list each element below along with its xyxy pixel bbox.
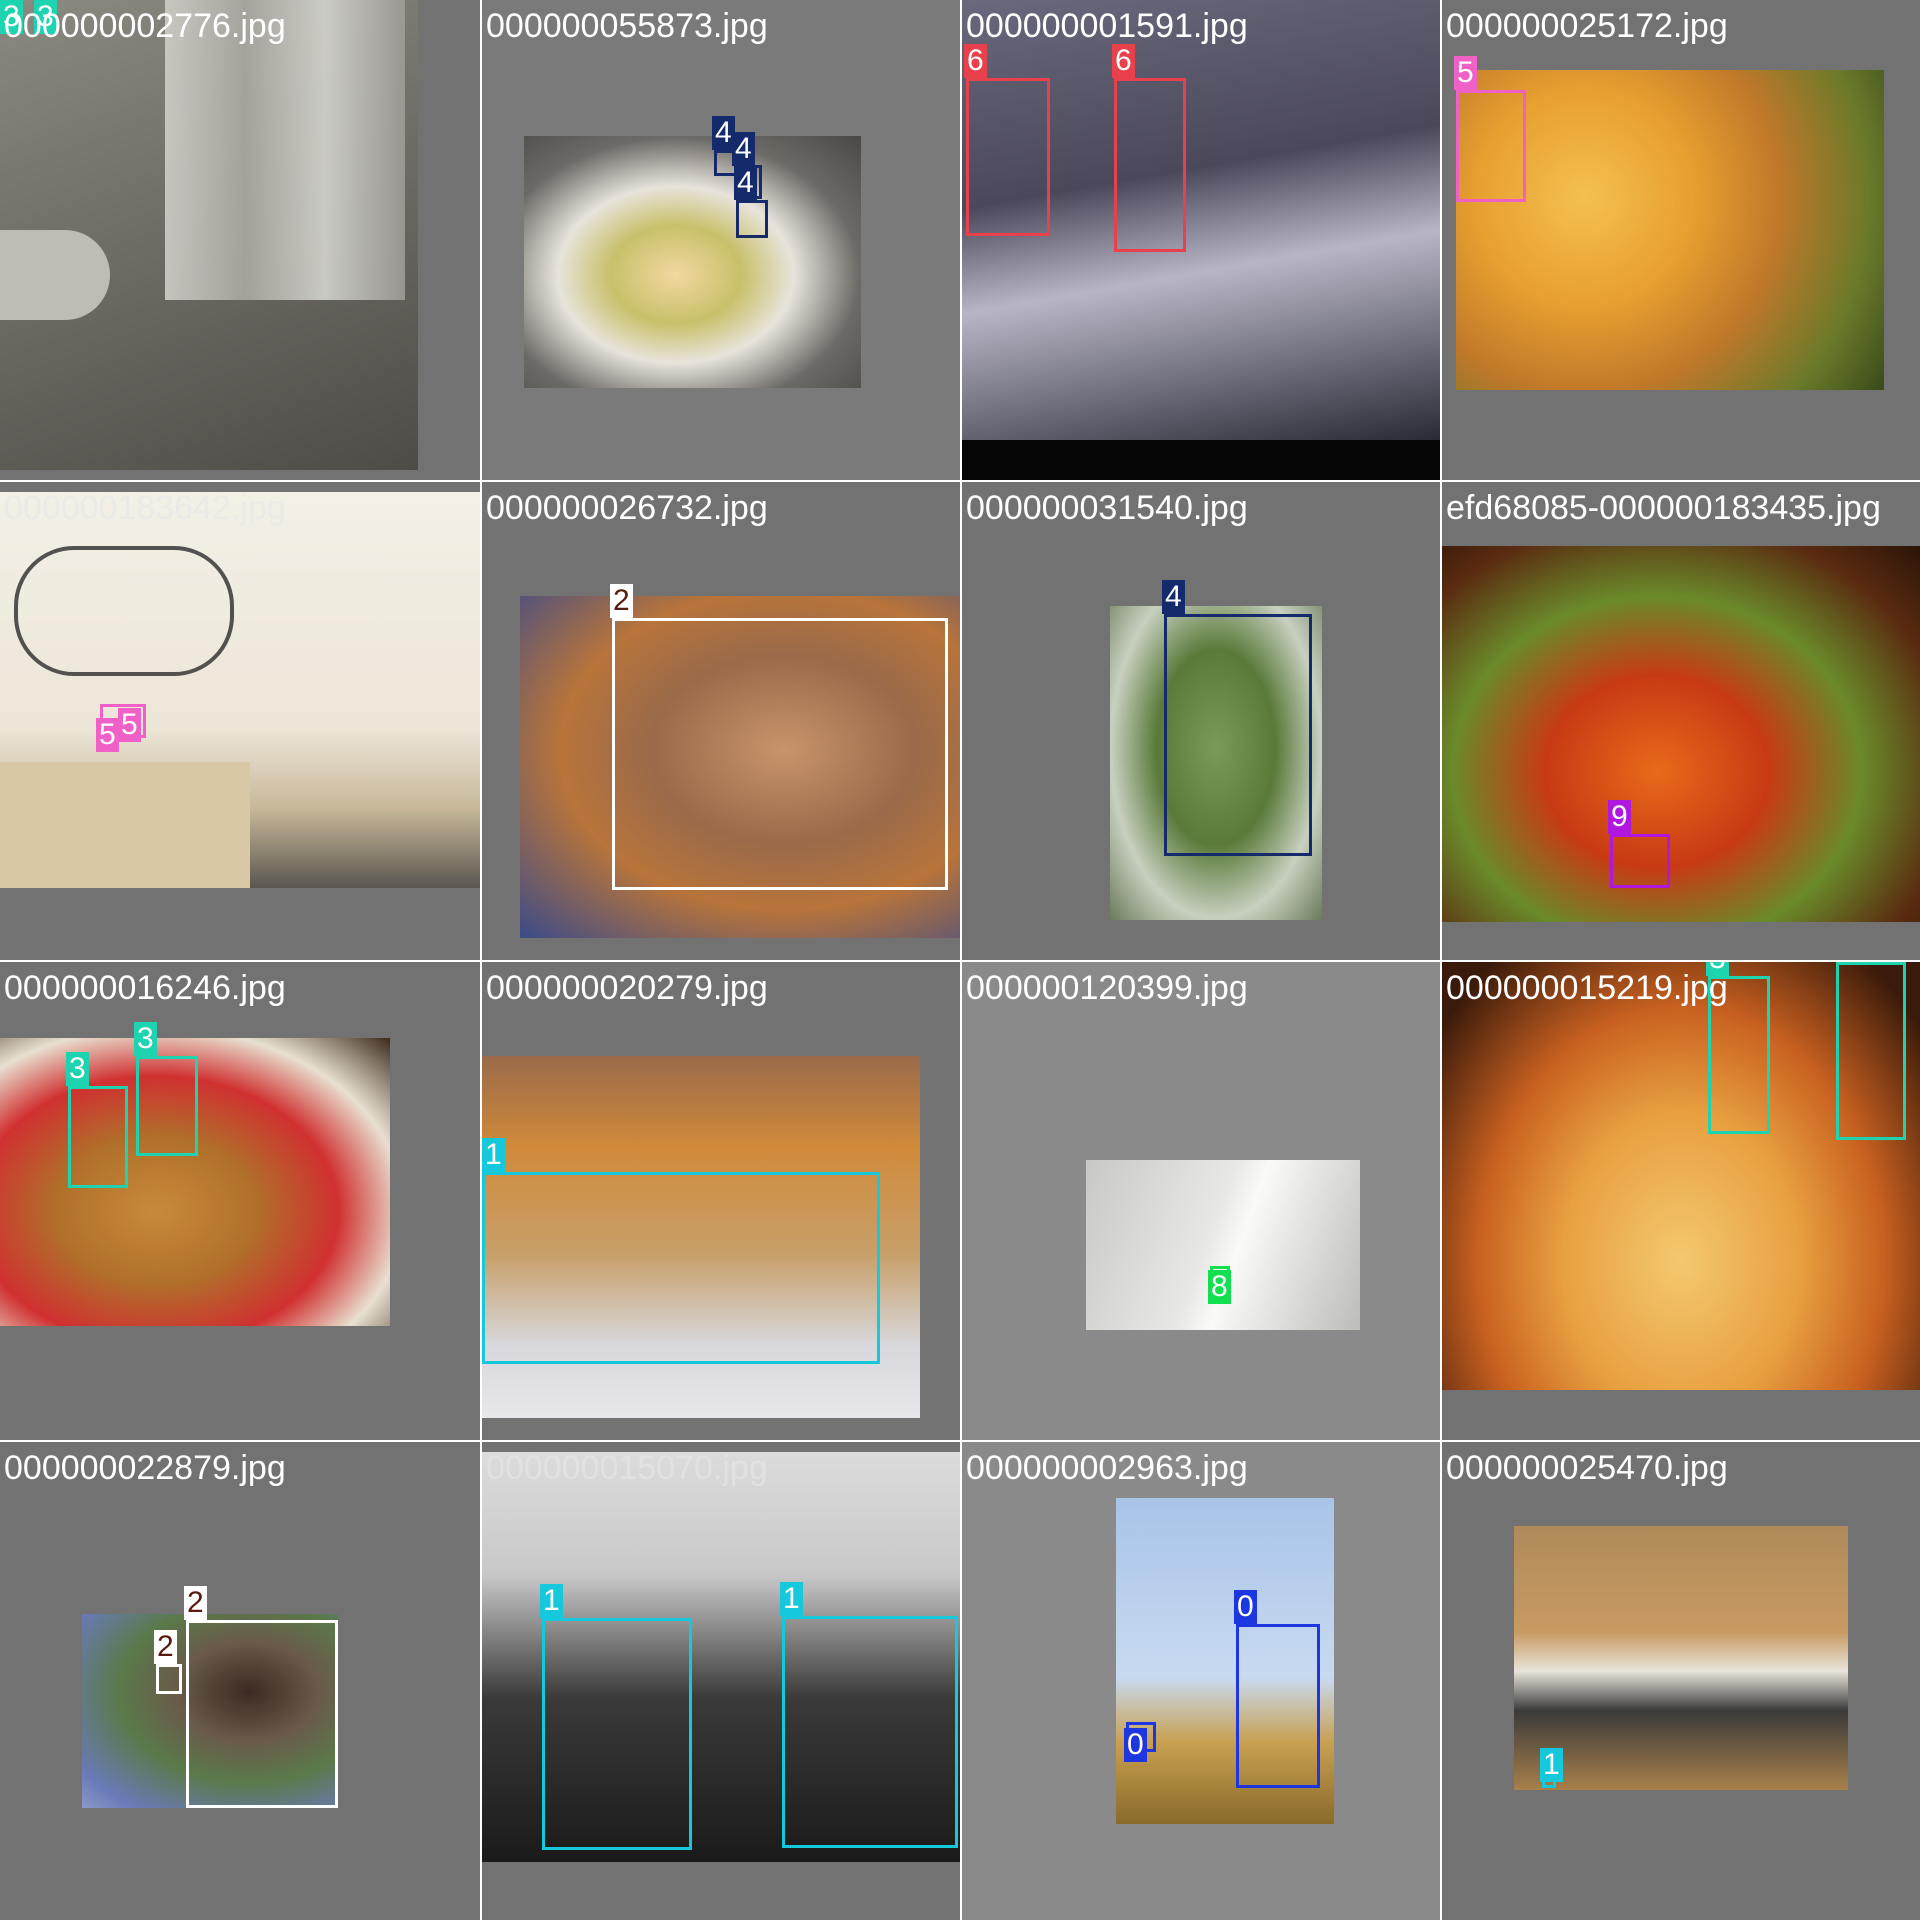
label-class-2: 2 — [154, 1630, 177, 1664]
tile-filename: 000000025172.jpg — [1446, 7, 1728, 45]
label-class-6: 6 — [964, 44, 987, 78]
bbox-class-2 — [156, 1664, 182, 1694]
bbox-class-2 — [612, 618, 948, 890]
bbox-class-1 — [782, 1616, 958, 1848]
tile-filename: 000000026732.jpg — [486, 489, 768, 527]
label-class-1: 1 — [540, 1584, 563, 1618]
tile-11[interactable]: 8 000000120399.jpg — [962, 962, 1440, 1440]
label-class-3: 3 — [134, 1022, 157, 1056]
bbox-class-9 — [1610, 834, 1670, 888]
tile-6[interactable]: 2 000000026732.jpg — [482, 482, 960, 960]
tile-filename: 000000025470.jpg — [1446, 1449, 1728, 1487]
bbox-class-1 — [482, 1172, 880, 1364]
label-class-4: 4 — [732, 132, 755, 166]
grid-divider — [0, 480, 1920, 482]
tile-image — [524, 136, 861, 388]
tile-16[interactable]: 1 000000025470.jpg — [1442, 1442, 1920, 1920]
label-class-2: 2 — [184, 1586, 207, 1620]
bbox-class-2 — [186, 1620, 338, 1808]
label-class-5: 5 — [1454, 56, 1477, 90]
tile-1[interactable]: 3 3 000000002776.jpg — [0, 0, 480, 480]
tile-filename: 000000183642.jpg — [4, 489, 286, 527]
label-class-5: 5 — [118, 708, 141, 742]
tile-filename: 000000015219.jpg — [1446, 969, 1728, 1007]
label-class-0: 0 — [1234, 1590, 1257, 1624]
grid-divider — [0, 1440, 1920, 1442]
bicycle — [14, 546, 234, 676]
label-class-8: 8 — [1208, 1270, 1231, 1304]
tile-9[interactable]: 3 3 000000016246.jpg — [0, 962, 480, 1440]
tile-filename: 000000120399.jpg — [966, 969, 1248, 1007]
label-class-9: 9 — [1608, 800, 1631, 834]
tile-7[interactable]: 4 000000031540.jpg — [962, 482, 1440, 960]
table — [0, 762, 250, 888]
grid-divider — [0, 960, 1920, 962]
tile-filename: 000000020279.jpg — [486, 969, 768, 1007]
bbox-class-0 — [1236, 1624, 1320, 1788]
tile-image-bottom-bar — [962, 440, 1440, 480]
tile-filename: 000000031540.jpg — [966, 489, 1248, 527]
label-class-0: 0 — [1124, 1728, 1147, 1762]
label-class-6: 6 — [1112, 44, 1135, 78]
tile-3[interactable]: 6 6 000000001591.jpg — [962, 0, 1440, 480]
tile-8[interactable]: 9 efd68085-000000183435.jpg — [1442, 482, 1920, 960]
tile-filename: 000000015070.jpg — [486, 1449, 768, 1487]
tile-image — [1086, 1160, 1360, 1330]
bbox-class-3 — [68, 1086, 128, 1188]
label-class-1: 1 — [1540, 1748, 1563, 1782]
bbox-class-4 — [736, 200, 768, 238]
tile-filename: 000000055873.jpg — [486, 7, 768, 45]
bbox-class-4 — [1164, 614, 1312, 856]
tile-14[interactable]: 1 1 000000015070.jpg — [482, 1442, 960, 1920]
tile-13[interactable]: 2 2 000000022879.jpg — [0, 1442, 480, 1920]
label-class-3: 3 — [66, 1052, 89, 1086]
label-class-4: 4 — [1162, 580, 1185, 614]
label-class-1: 1 — [780, 1582, 803, 1616]
bbox-class-3 — [136, 1056, 198, 1156]
tile-image — [1514, 1526, 1848, 1790]
tile-4[interactable]: 5 000000025172.jpg — [1442, 0, 1920, 480]
tile-filename: 000000016246.jpg — [4, 969, 286, 1007]
tile-image — [1442, 546, 1920, 922]
tile-12[interactable]: 3 3 000000015219.jpg — [1442, 962, 1920, 1440]
tile-filename: 000000002776.jpg — [4, 7, 286, 45]
tile-10[interactable]: 1 000000020279.jpg — [482, 962, 960, 1440]
bbox-class-3 — [1836, 962, 1906, 1140]
bbox-class-1 — [542, 1618, 692, 1850]
bbox-class-5 — [1456, 90, 1526, 202]
tile-15[interactable]: 0 0 000000002963.jpg — [962, 1442, 1440, 1920]
mosaic-grid: 3 3 000000002776.jpg 4 4 4 000000055873.… — [0, 0, 1920, 1920]
sink — [0, 230, 110, 320]
tile-filename: 000000002963.jpg — [966, 1449, 1248, 1487]
label-class-5: 5 — [96, 718, 119, 752]
tile-filename: 000000001591.jpg — [966, 7, 1248, 45]
tile-filename: 000000022879.jpg — [4, 1449, 286, 1487]
tile-2[interactable]: 4 4 4 000000055873.jpg — [482, 0, 960, 480]
label-class-4: 4 — [734, 166, 757, 200]
bbox-class-6 — [966, 78, 1050, 236]
label-class-1: 1 — [482, 1138, 505, 1172]
tile-5[interactable]: 5 5 000000183642.jpg — [0, 482, 480, 960]
label-class-2: 2 — [610, 584, 633, 618]
tile-filename: efd68085-000000183435.jpg — [1446, 489, 1881, 527]
bbox-class-6 — [1114, 78, 1186, 252]
